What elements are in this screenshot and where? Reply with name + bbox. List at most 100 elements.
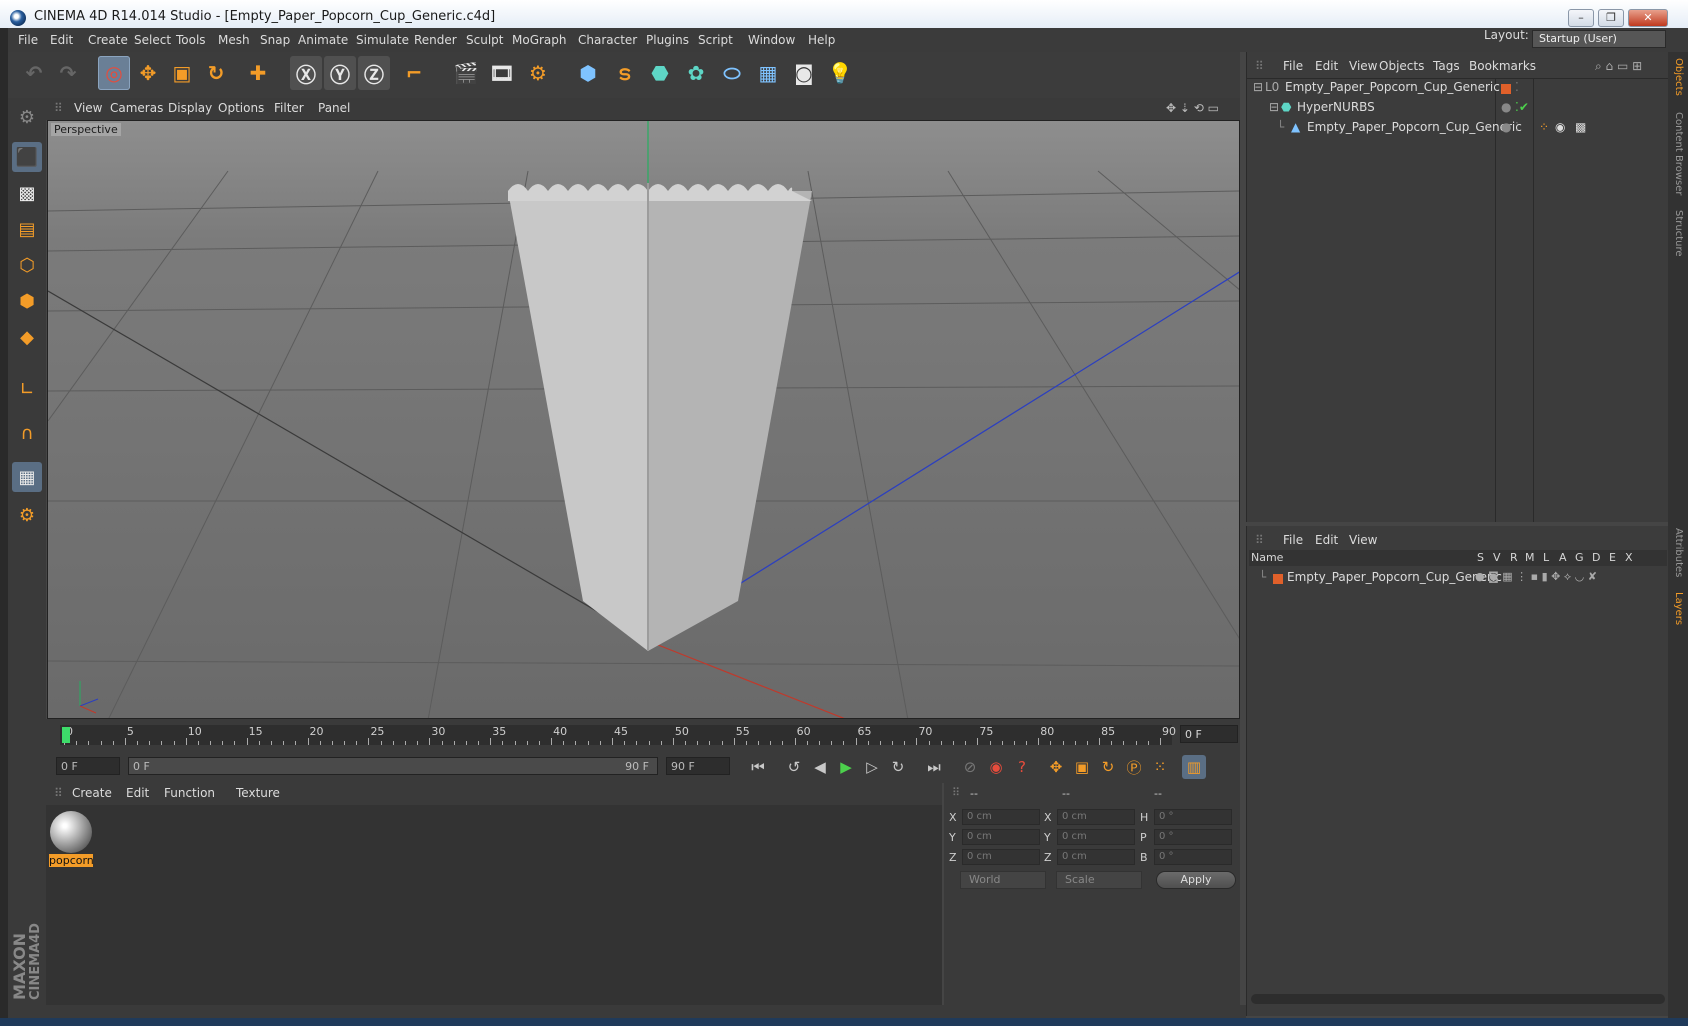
visibility-dot[interactable]: ● [1501, 100, 1511, 114]
live-selection-icon[interactable]: ◎ [98, 56, 130, 90]
make-editable-icon[interactable]: ⚙ [12, 102, 42, 132]
size-x-field[interactable]: 0 cm [1057, 809, 1135, 825]
menu-character[interactable]: Character [574, 28, 641, 52]
menu-file[interactable]: File [14, 28, 42, 52]
menu-create[interactable]: Create [84, 28, 132, 52]
transform-tool-icon[interactable]: ✚ [242, 56, 274, 90]
start-frame-field[interactable]: 0 F [56, 757, 120, 775]
menu-window[interactable]: Window [744, 28, 799, 52]
enabled-check-icon[interactable]: ⁚✔ [1515, 100, 1529, 114]
play-icon[interactable]: ▶ [834, 755, 858, 779]
close-button[interactable]: ✕ [1628, 9, 1668, 27]
key-pla-icon[interactable]: ⁙ [1148, 755, 1172, 779]
texture-mode-icon[interactable]: ▩ [12, 178, 42, 208]
coordinate-system-icon[interactable]: ⌐ [398, 56, 430, 90]
layer-color-swatch[interactable] [1501, 84, 1511, 94]
pos-y-field[interactable]: 0 cm [962, 829, 1040, 845]
rot-p-field[interactable]: 0 ° [1154, 829, 1232, 845]
menu-snap[interactable]: Snap [256, 28, 294, 52]
object-menu-tags[interactable]: Tags [1433, 59, 1460, 73]
viewport-menu-panel[interactable]: Panel [318, 101, 350, 115]
viewport-menu-cameras[interactable]: Cameras [110, 101, 163, 115]
axis-mode-icon[interactable]: ∟ [12, 374, 42, 404]
polygons-mode-icon[interactable]: ◆ [12, 322, 42, 352]
key-position-icon[interactable]: ✥ [1044, 755, 1068, 779]
autokey-icon[interactable]: ◉ [984, 755, 1008, 779]
side-tab-attributes[interactable]: Attributes [1673, 528, 1684, 577]
side-tab-layers[interactable]: Layers [1673, 592, 1684, 625]
layer-color-swatch[interactable] [1273, 574, 1283, 584]
menu-mesh[interactable]: Mesh [214, 28, 254, 52]
z-axis-lock-icon[interactable]: Ⓩ [358, 56, 390, 90]
menu-tools[interactable]: Tools [172, 28, 210, 52]
key-rotation-icon[interactable]: ↻ [1096, 755, 1120, 779]
viewport-menu-filter[interactable]: Filter [274, 101, 304, 115]
object-menu-file[interactable]: File [1283, 59, 1303, 73]
material-tag-icon[interactable]: ◉ [1555, 120, 1565, 134]
layer-row[interactable]: └ Empty_Paper_Popcorn_Cup_Generic ● ◙ ▦ … [1247, 570, 1669, 590]
render-picture-viewer-icon[interactable]: 🎞 [486, 56, 518, 90]
rot-h-field[interactable]: 0 ° [1154, 809, 1232, 825]
material-menu-texture[interactable]: Texture [236, 786, 280, 800]
light-icon[interactable]: 💡 [824, 56, 856, 90]
layout-select[interactable]: Startup (User) [1532, 30, 1666, 48]
end-frame-field[interactable]: 90 F [666, 757, 730, 775]
rotate-tool-icon[interactable]: ↻ [200, 56, 232, 90]
menu-plugins[interactable]: Plugins [642, 28, 693, 52]
camera-icon[interactable]: ◙ [788, 56, 820, 90]
next-frame-icon[interactable]: ▷ [860, 755, 884, 779]
render-view-icon[interactable]: 🎬 [450, 56, 482, 90]
snap-grid-icon[interactable]: ▦ [12, 462, 42, 492]
object-menu-objects[interactable]: Objects [1379, 59, 1424, 73]
viewport-menu-view[interactable]: View [74, 101, 102, 115]
layer-menu-file[interactable]: File [1283, 533, 1303, 547]
goto-end-icon[interactable]: ⏭ [922, 755, 946, 779]
collapse-icon[interactable]: ⊟ [1269, 100, 1279, 114]
frame-range-slider[interactable]: 0 F 90 F [128, 757, 658, 775]
viewport-nav-icons[interactable]: ✥ ⇣ ⟲ ▭ [1166, 101, 1219, 115]
object-manager-search-icon[interactable]: ⌕ ⌂ ▭ ⊞ [1595, 59, 1642, 74]
menu-animate[interactable]: Animate [294, 28, 352, 52]
object-row-null[interactable]: ⊟ L0 Empty_Paper_Popcorn_Cup_Generic ⁚ [1247, 80, 1669, 100]
restore-button[interactable]: ❐ [1598, 9, 1624, 27]
redo-icon[interactable]: ↷ [52, 56, 84, 90]
size-y-field[interactable]: 0 cm [1057, 829, 1135, 845]
menu-help[interactable]: Help [804, 28, 839, 52]
scale-dropdown[interactable]: Scale [1056, 871, 1142, 889]
object-row-hypernurbs[interactable]: ⊟ ⬣ HyperNURBS ● ⁚✔ [1247, 100, 1669, 120]
material-name[interactable]: popcorn [49, 854, 93, 867]
array-icon[interactable]: ✿ [680, 56, 712, 90]
menu-script[interactable]: Script [694, 28, 737, 52]
record-keys-icon[interactable]: ⊘ [958, 755, 982, 779]
object-menu-edit[interactable]: Edit [1315, 59, 1338, 73]
material-swatch[interactable] [50, 811, 92, 853]
render-settings-icon[interactable]: ⚙ [522, 56, 554, 90]
key-parameter-icon[interactable]: Ⓟ [1122, 755, 1146, 779]
timeline-window-icon[interactable]: ▥ [1182, 755, 1206, 779]
next-key-icon[interactable]: ↻ [886, 755, 910, 779]
layer-menu-view[interactable]: View [1349, 533, 1377, 547]
spline-icon[interactable]: ട [608, 56, 640, 90]
apply-button[interactable]: Apply [1156, 871, 1236, 889]
viewport-menu-options[interactable]: Options [218, 101, 264, 115]
material-menu-function[interactable]: Function [164, 786, 215, 800]
popcorn-cup-model[interactable] [508, 183, 812, 651]
nurbs-icon[interactable]: ⬣ [644, 56, 676, 90]
cinema4d-app-icon[interactable] [10, 10, 26, 26]
cube-primitive-icon[interactable]: ⬢ [572, 56, 604, 90]
rot-b-field[interactable]: 0 ° [1154, 849, 1232, 865]
pos-x-field[interactable]: 0 cm [962, 809, 1040, 825]
horizontal-scrollbar[interactable] [1251, 994, 1665, 1004]
material-menu-edit[interactable]: Edit [126, 786, 149, 800]
minimize-button[interactable]: – [1568, 9, 1594, 27]
visibility-dots[interactable]: ⁚ [1515, 120, 1519, 134]
model-mode-icon[interactable]: ⬛ [12, 142, 42, 172]
side-tab-content-browser[interactable]: Content Browser [1673, 112, 1684, 195]
material-menu-create[interactable]: Create [72, 786, 112, 800]
timeline-ruler[interactable]: 051015202530354045505560657075808590 [60, 725, 1176, 745]
prev-key-icon[interactable]: ↺ [782, 755, 806, 779]
workplane-mode-icon[interactable]: ▤ [12, 214, 42, 244]
points-mode-icon[interactable]: ⬡ [12, 250, 42, 280]
layer-menu-edit[interactable]: Edit [1315, 533, 1338, 547]
current-frame-field[interactable]: 0 F [1180, 725, 1238, 743]
